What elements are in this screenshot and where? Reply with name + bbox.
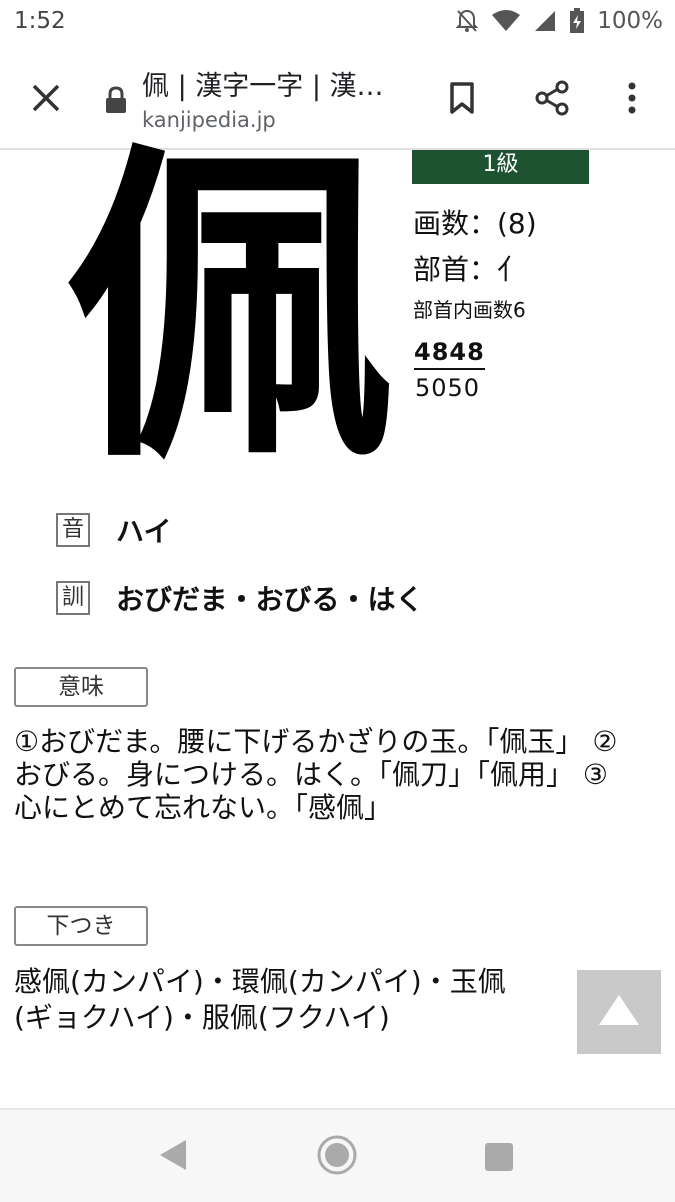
shitatsuki-label: 下つき xyxy=(14,906,148,946)
radical: 部首：亻 xyxy=(413,253,526,286)
meaning-label: 意味 xyxy=(14,667,148,707)
arrow-up-icon xyxy=(597,993,641,1031)
on-reading-row: 音 ハイ xyxy=(56,510,171,550)
more-vert-icon[interactable] xyxy=(610,76,654,120)
stroke-count: 画数：(8) xyxy=(413,207,537,240)
kun-reading-value: おびだま・おびる・はく xyxy=(116,583,424,616)
radical-stroke-count: 部首内画数6 xyxy=(413,298,526,322)
back-icon[interactable] xyxy=(156,1138,188,1176)
lock-icon[interactable] xyxy=(104,86,128,114)
kanji-code-top: 4848 xyxy=(414,338,485,370)
kanji-character: 佩 xyxy=(65,130,395,490)
close-icon[interactable] xyxy=(24,76,68,120)
scroll-top-button[interactable] xyxy=(577,970,661,1054)
kun-reading-row: 訓 おびだま・おびる・はく xyxy=(56,578,423,618)
kanji-code-bottom: 5050 xyxy=(415,374,481,402)
on-reading-value: ハイ xyxy=(116,515,172,548)
home-icon[interactable] xyxy=(316,1134,358,1180)
status-time: 1:52 xyxy=(14,8,66,34)
kun-reading-tag: 訓 xyxy=(56,581,90,615)
wifi-icon xyxy=(491,9,521,33)
notifications-off-icon xyxy=(455,8,479,34)
share-icon[interactable] xyxy=(530,76,574,120)
bookmark-icon[interactable] xyxy=(440,76,484,120)
status-bar: 1:52 100% xyxy=(0,0,675,48)
on-reading-tag: 音 xyxy=(56,513,90,547)
system-nav-bar xyxy=(0,1108,675,1202)
meaning-text: ①おびだま。腰に下げるかざりの玉。「佩玉」 ②おびる。身につける。はく。「佩刀」… xyxy=(14,725,618,824)
signal-icon xyxy=(533,9,557,33)
battery-charging-icon xyxy=(569,8,585,34)
grade-badge: 1級 xyxy=(412,150,589,184)
recent-apps-icon[interactable] xyxy=(484,1142,514,1176)
page-title[interactable]: 佩 | 漢字一字 | 漢… xyxy=(142,64,402,103)
battery-percent: 100% xyxy=(597,8,663,34)
page-url[interactable]: kanjipedia.jp xyxy=(142,108,276,132)
status-icons: 100% xyxy=(455,8,663,34)
shitatsuki-text: 感佩(カンパイ)・環佩(カンパイ)・玉佩 (ギョクハイ)・服佩(フクハイ) xyxy=(14,965,506,1034)
